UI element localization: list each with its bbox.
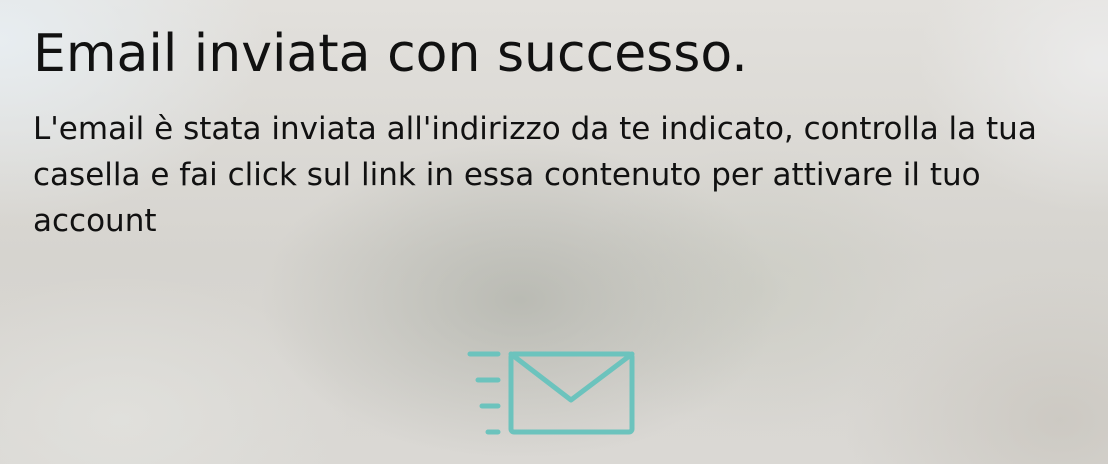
page-title: Email inviata con successo. [33, 24, 748, 84]
sent-envelope-icon [467, 351, 635, 435]
confirmation-panel: Email inviata con successo. L'email è st… [33, 22, 1083, 244]
confirmation-message: L'email è stata inviata all'indirizzo da… [33, 111, 1037, 239]
